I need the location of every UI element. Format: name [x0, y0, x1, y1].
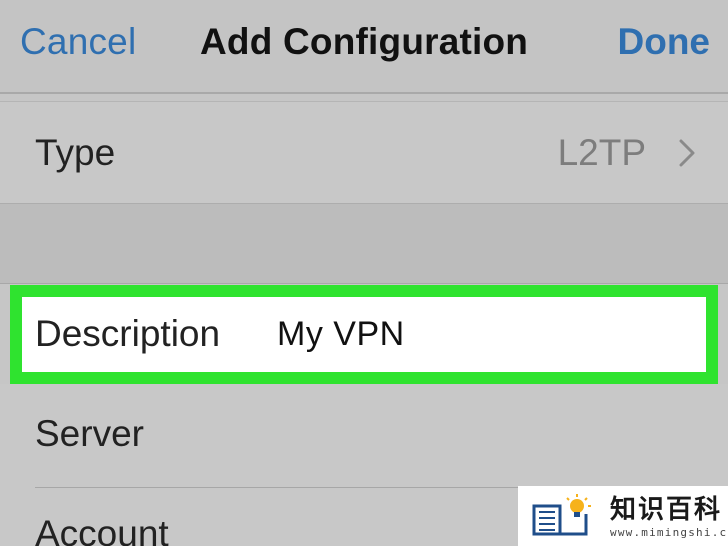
- book-lightbulb-icon: [532, 494, 591, 536]
- page-title: Add Configuration: [200, 21, 529, 62]
- chevron-right-icon: [679, 139, 695, 167]
- type-value: L2TP: [557, 132, 646, 173]
- account-label: Account: [35, 513, 169, 546]
- add-configuration-screen: Cancel Add Configuration Done Type L2TP …: [0, 0, 728, 546]
- type-row[interactable]: Type L2TP: [0, 102, 728, 204]
- type-label: Type: [35, 132, 116, 173]
- done-button[interactable]: Done: [618, 20, 711, 64]
- watermark-name: 知识百科: [610, 494, 723, 524]
- cancel-button[interactable]: Cancel: [20, 20, 136, 64]
- server-label: Server: [35, 413, 144, 454]
- description-label: Description: [35, 313, 221, 354]
- nav-divider: [0, 92, 728, 94]
- section-spacer: [0, 204, 728, 284]
- watermark-url: www.mimingshi.com: [610, 526, 728, 539]
- navigation-bar: Cancel Add Configuration Done: [0, 0, 728, 92]
- server-row[interactable]: Server: [0, 384, 728, 488]
- description-field[interactable]: My VPN: [277, 314, 405, 354]
- description-row[interactable]: Description My VPN: [22, 297, 706, 372]
- watermark: 知识百科 www.mimingshi.com: [518, 486, 728, 546]
